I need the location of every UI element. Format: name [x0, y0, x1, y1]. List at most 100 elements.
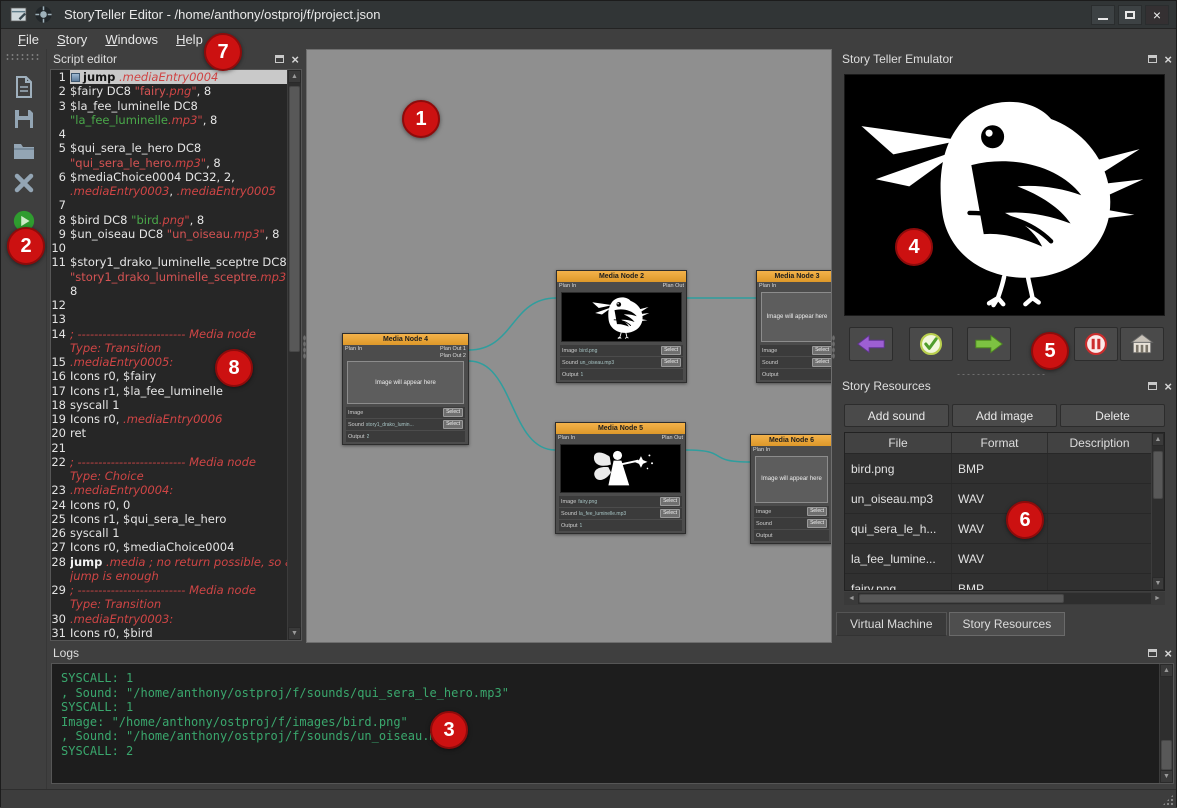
code-line[interactable]: "la_fee_luminelle.mp3", 8 — [51, 113, 287, 127]
scroll-up-icon[interactable]: ▲ — [1152, 433, 1164, 446]
node-select-button[interactable]: Select — [812, 358, 832, 367]
scroll-right-icon[interactable]: ► — [1151, 593, 1164, 604]
splitter-grip[interactable] — [589, 641, 634, 644]
close-panel-icon[interactable]: × — [291, 53, 299, 66]
code-line[interactable]: Type: Choice — [51, 469, 287, 483]
emulator-ok-button[interactable] — [909, 327, 953, 361]
code-line[interactable]: 22; -------------------------- Media nod… — [51, 455, 287, 469]
table-row[interactable]: un_oiseau.mp3WAV — [845, 484, 1151, 514]
node-select-button[interactable]: Select — [443, 420, 463, 429]
code-line[interactable]: 28jump .media ; no return possible, so a — [51, 555, 287, 569]
title-bar[interactable]: StoryTeller Editor - /home/anthony/ostpr… — [1, 1, 1176, 29]
column-header-format[interactable]: Format — [952, 433, 1048, 453]
float-panel-icon[interactable] — [1148, 382, 1157, 390]
code-line[interactable]: 27Icons r0, $mediaChoice0004 — [51, 540, 287, 554]
code-editor[interactable]: 1jump .mediaEntry00042$fairy DC8 "fairy.… — [50, 69, 302, 641]
node-title-bar[interactable]: Media Node 5 — [556, 423, 685, 434]
column-header-file[interactable]: File — [845, 433, 952, 453]
code-line[interactable]: 1jump .mediaEntry0004 — [51, 70, 287, 84]
node-select-button[interactable]: Select — [443, 408, 463, 417]
splitter-grip[interactable] — [303, 335, 306, 359]
code-line[interactable]: .mediaEntry0003, .mediaEntry0005 — [51, 184, 287, 198]
code-line[interactable]: Type: Transition — [51, 597, 287, 611]
node-select-button[interactable]: Select — [660, 497, 680, 506]
menu-item-story[interactable]: Story — [48, 31, 96, 48]
node-select-button[interactable]: Select — [807, 507, 827, 516]
node-output-pin[interactable]: Plan Out — [663, 283, 684, 290]
code-line[interactable]: 18syscall 1 — [51, 398, 287, 412]
scroll-up-icon[interactable]: ▲ — [288, 70, 301, 83]
close-panel-icon[interactable]: × — [1164, 647, 1172, 660]
new-script-button[interactable] — [9, 73, 39, 101]
editor-scrollbar[interactable]: ▲ ▼ — [287, 70, 301, 640]
code-line[interactable]: 23.mediaEntry0004: — [51, 483, 287, 497]
code-line[interactable]: 30.mediaEntry0003: — [51, 612, 287, 626]
menu-item-file[interactable]: File — [9, 31, 48, 48]
node-input-pin[interactable]: Plan In — [558, 435, 575, 442]
code-line[interactable]: 10 — [51, 241, 287, 255]
code-line[interactable]: 11$story1_drako_luminelle_sceptre DC8 — [51, 255, 287, 269]
node-input-pin[interactable]: Plan In — [753, 447, 770, 454]
table-scrollbar-thumb[interactable] — [1153, 451, 1163, 499]
float-panel-icon[interactable] — [1148, 55, 1157, 63]
code-line[interactable]: 7 — [51, 198, 287, 212]
code-line[interactable]: 17Icons r1, $la_fee_luminelle — [51, 384, 287, 398]
code-line[interactable]: 9$un_oiseau DC8 "un_oiseau.mp3", 8 — [51, 227, 287, 241]
float-panel-icon[interactable] — [1148, 649, 1157, 657]
add-sound-button[interactable]: Add sound — [844, 404, 949, 427]
close-button[interactable]: × — [1145, 5, 1169, 25]
code-line[interactable]: Type: Transition — [51, 341, 287, 355]
code-line[interactable]: 6$mediaChoice0004 DC32, 2, — [51, 170, 287, 184]
code-line[interactable]: 4 — [51, 127, 287, 141]
table-row[interactable]: bird.pngBMP — [845, 454, 1151, 484]
code-line[interactable]: 12 — [51, 298, 287, 312]
column-header-description[interactable]: Description — [1048, 433, 1151, 453]
editor-scrollbar-thumb[interactable] — [289, 86, 300, 352]
code-line[interactable]: "story1_drako_luminelle_sceptre.mp3", — [51, 270, 287, 284]
scroll-up-icon[interactable]: ▲ — [1160, 664, 1173, 677]
graph-node[interactable]: Media Node 5Plan InPlan OutImagefairy.pn… — [555, 422, 686, 534]
node-select-button[interactable]: Select — [807, 519, 827, 528]
code-line[interactable]: 13 — [51, 312, 287, 326]
node-graph-canvas[interactable]: Media Node 4Plan InPlan Out 1 Plan Out 2… — [306, 49, 832, 643]
node-title-bar[interactable]: Media Node 3 — [757, 271, 832, 282]
node-title-bar[interactable]: Media Node 4 — [343, 334, 468, 345]
code-line[interactable]: 20ret — [51, 426, 287, 440]
emulator-back-button[interactable] — [849, 327, 893, 361]
node-input-pin[interactable]: Plan In — [759, 283, 776, 290]
node-input-pin[interactable]: Plan In — [345, 346, 362, 359]
code-line[interactable]: 8 — [51, 284, 287, 298]
graph-node[interactable]: Media Node 3Plan InImage will appear her… — [756, 270, 832, 383]
logs-content[interactable]: SYSCALL: 1, Sound: "/home/anthony/ostpro… — [51, 663, 1174, 784]
code-line[interactable]: 25Icons r1, $qui_sera_le_hero — [51, 512, 287, 526]
code-line[interactable]: 31Icons r0, $bird — [51, 626, 287, 640]
emulator-home-button[interactable] — [1120, 327, 1164, 361]
splitter-grip[interactable] — [832, 335, 835, 359]
code-line[interactable]: 24Icons r0, 0 — [51, 498, 287, 512]
code-line[interactable]: 19Icons r0, .mediaEntry0006 — [51, 412, 287, 426]
graph-node[interactable]: Media Node 6Plan InImage will appear her… — [750, 434, 832, 544]
table-horizontal-scrollbar[interactable]: ◄ ► — [844, 592, 1165, 605]
resize-grip[interactable] — [1162, 794, 1174, 806]
scroll-down-icon[interactable]: ▼ — [1152, 577, 1164, 590]
add-image-button[interactable]: Add image — [952, 404, 1057, 427]
toolbar-grip[interactable] — [5, 53, 40, 60]
node-output-pin[interactable]: Plan Out — [662, 435, 683, 442]
node-input-pin[interactable]: Plan In — [559, 283, 576, 290]
scroll-down-icon[interactable]: ▼ — [288, 627, 301, 640]
hscrollbar-thumb[interactable] — [859, 594, 1064, 603]
node-select-button[interactable]: Select — [661, 346, 681, 355]
node-title-bar[interactable]: Media Node 6 — [751, 435, 832, 446]
tab-virtual-machine[interactable]: Virtual Machine — [836, 612, 947, 636]
emulator-next-button[interactable] — [967, 327, 1011, 361]
maximize-button[interactable] — [1118, 5, 1142, 25]
node-title-bar[interactable]: Media Node 2 — [557, 271, 686, 282]
logs-scrollbar-thumb[interactable] — [1161, 740, 1172, 770]
table-row[interactable]: la_fee_lumine...WAV — [845, 544, 1151, 574]
logs-scrollbar[interactable]: ▲ ▼ — [1159, 664, 1173, 783]
scroll-down-icon[interactable]: ▼ — [1160, 770, 1173, 783]
code-line[interactable]: 14; -------------------------- Media nod… — [51, 327, 287, 341]
minimize-button[interactable] — [1091, 5, 1115, 25]
close-panel-icon[interactable]: × — [1164, 380, 1172, 393]
code-line[interactable]: 5$qui_sera_le_hero DC8 — [51, 141, 287, 155]
